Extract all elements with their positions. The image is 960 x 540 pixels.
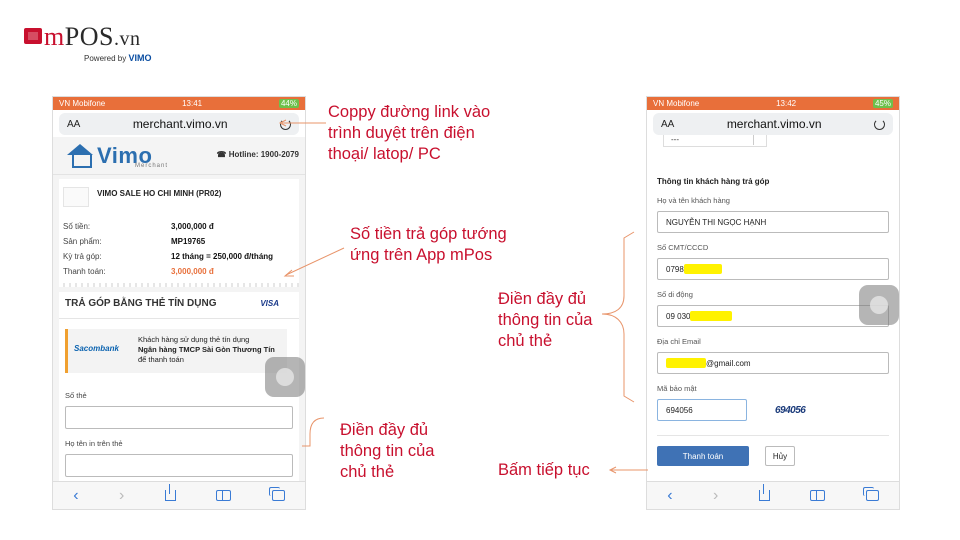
section-title: Thông tin khách hàng trả góp (657, 177, 770, 186)
reader-aa-button[interactable]: AA (661, 119, 674, 130)
back-icon[interactable]: ‹ (73, 487, 78, 505)
captcha-input[interactable]: 694056 (657, 399, 747, 421)
back-icon[interactable]: ‹ (667, 487, 672, 505)
logo-wordmark: mPOS.vn (44, 22, 141, 51)
status-bar: VN Mobifone 13:42 45% (647, 97, 899, 110)
card-name-label: Họ tên in trên thẻ (65, 439, 123, 448)
divider (657, 435, 889, 436)
visa-icon: VISA (260, 299, 279, 308)
fill-right-bracket-bottom (601, 313, 635, 403)
note-installment: Số tiền trả góp tướng ứng trên App mPos (350, 225, 507, 264)
info-row-product: Sản phẩm: MP19765 (63, 237, 206, 246)
note-continue: Bấm tiếp tục (498, 461, 590, 479)
vimo-merchant-label: Merchant (135, 163, 169, 169)
carrier-label: VN Mobifone (653, 99, 700, 108)
credit-card-section: TRẢ GÓP BẰNG THẺ TÍN DỤNG VISA Sacombank … (59, 292, 299, 481)
merchant-card: VIMO SALE HO CHI MINH (PR02) (59, 179, 299, 215)
left-phone-screen: VN Mobifone 13:41 44% AA merchant.vimo.v… (52, 96, 306, 510)
flag-icon (24, 28, 42, 44)
assistive-touch-icon[interactable] (265, 357, 305, 397)
share-icon[interactable] (758, 484, 770, 501)
redaction-highlight (683, 264, 722, 274)
merchant-image (63, 187, 89, 207)
name-input[interactable]: NGUYỄN THI NGỌC HẠNH (657, 211, 889, 233)
redaction-highlight (666, 358, 706, 368)
share-icon[interactable] (164, 484, 176, 501)
note-fill-left: Điền đầy đủ thông tin của chủ thẻ (340, 421, 435, 481)
vimo-house-icon (67, 144, 93, 168)
forward-icon[interactable]: › (119, 487, 124, 505)
safari-toolbar: ‹ › (53, 481, 305, 509)
email-input[interactable]: @gmail.com (657, 352, 889, 374)
tabs-icon[interactable] (862, 487, 879, 501)
vimo-header: Vimo Merchant ☎ Hotline: 1900-2079 (53, 137, 305, 175)
clock-label: 13:41 (182, 99, 203, 108)
cancel-button[interactable]: Hủy (765, 446, 795, 466)
partial-select[interactable]: --- (657, 135, 889, 149)
info-row-payment: Thanh toán: 3,000,000 đ (63, 267, 214, 276)
right-phone-screen: VN Mobifone 13:42 45% AA merchant.vimo.v… (646, 96, 900, 510)
id-input[interactable]: 0798 (657, 258, 889, 280)
note-fill-right: Điền đầy đủ thông tin của chủ thẻ (498, 290, 593, 350)
card-number-label: Số thẻ (65, 391, 87, 400)
captcha-label: Mã bảo mật (657, 384, 697, 393)
phone-input[interactable]: 09 030 (657, 305, 889, 327)
safari-toolbar: ‹ › (647, 481, 899, 509)
bank-description: Khách hàng sử dụng thẻ tín dụng Ngân hàn… (138, 335, 275, 364)
fill-right-bracket-top (601, 231, 635, 315)
battery-label: 44% (278, 99, 299, 108)
divider (59, 318, 299, 319)
phone-label: Số di động (657, 290, 693, 299)
captcha-row: 694056 694056 (657, 399, 889, 421)
url-text[interactable]: merchant.vimo.vn (133, 117, 228, 131)
bookmarks-icon[interactable] (810, 490, 826, 501)
zigzag-divider (59, 283, 299, 287)
order-info: Số tiền: 3,000,000 đ Sản phẩm: MP19765 Kỳ … (59, 215, 299, 283)
payment-page: Vimo Merchant ☎ Hotline: 1900-2079 VIMO … (53, 137, 305, 481)
redaction-highlight (690, 311, 733, 321)
reload-icon[interactable] (279, 118, 291, 130)
email-label: Địa chỉ Email (657, 337, 701, 346)
sacombank-logo: Sacombank (74, 344, 119, 353)
address-bar[interactable]: AA merchant.vimo.vn (653, 113, 893, 135)
action-buttons: Thanh toán Hủy (657, 446, 889, 466)
forward-icon[interactable]: › (713, 487, 718, 505)
info-row-term: Kỳ trả góp: 12 tháng = 250,000 đ/tháng (63, 252, 274, 261)
id-label: Số CMT/CCCD (657, 243, 709, 252)
merchant-name: VIMO SALE HO CHI MINH (PR02) (97, 189, 222, 198)
url-text[interactable]: merchant.vimo.vn (727, 117, 822, 131)
battery-label: 45% (872, 99, 893, 108)
card-name-input[interactable] (65, 454, 293, 477)
hotline: ☎ Hotline: 1900-2079 (216, 150, 299, 159)
address-bar[interactable]: AA merchant.vimo.vn (59, 113, 299, 135)
pay-button[interactable]: Thanh toán (657, 446, 749, 466)
section-title: TRẢ GÓP BẰNG THẺ TÍN DỤNG VISA (65, 298, 279, 309)
logo-powered-by: Powered by VIMO (84, 53, 152, 63)
mpos-logo: mPOS.vn Powered by VIMO (24, 22, 184, 68)
clock-label: 13:42 (776, 99, 797, 108)
bank-info-box: Sacombank Khách hàng sử dụng thẻ tín dụn… (65, 329, 287, 373)
tabs-icon[interactable] (268, 487, 285, 501)
card-number-input[interactable] (65, 406, 293, 429)
status-bar: VN Mobifone 13:41 44% (53, 97, 305, 110)
name-label: Họ và tên khách hàng (657, 196, 730, 205)
carrier-label: VN Mobifone (59, 99, 106, 108)
assistive-touch-icon[interactable] (859, 285, 899, 325)
info-row-amount: Số tiền: 3,000,000 đ (63, 222, 214, 231)
captcha-image: 694056 (775, 404, 806, 416)
reload-icon[interactable] (873, 118, 885, 130)
continue-arrowhead (608, 466, 617, 474)
bookmarks-icon[interactable] (216, 490, 232, 501)
note-copy-link: Coppy đường link vào trình duyệt trên đi… (328, 103, 491, 163)
reader-aa-button[interactable]: AA (67, 119, 80, 130)
